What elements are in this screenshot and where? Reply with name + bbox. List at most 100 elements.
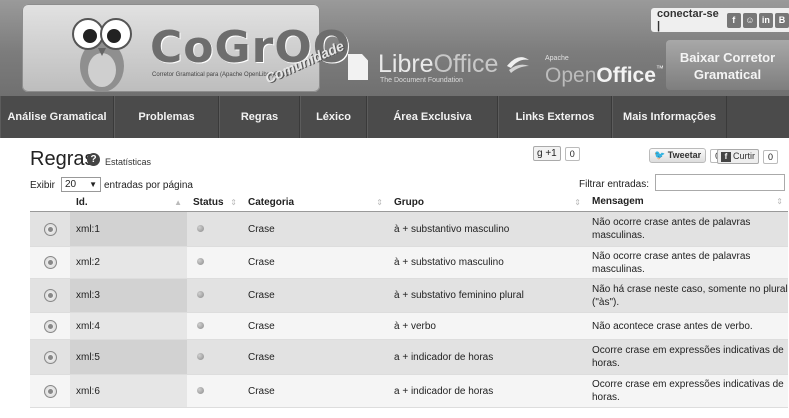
table-row[interactable]: xml:1 Crase à + substantivo masculino Nã… — [30, 212, 788, 247]
like-button[interactable]: f Curtir — [717, 149, 759, 164]
nav-regras[interactable]: Regras — [219, 96, 300, 138]
libreoffice-logo[interactable]: LibreOffice — [378, 50, 498, 79]
openoffice-name-office: Office — [596, 64, 656, 87]
rule-categoria: Crase — [248, 351, 275, 363]
openoffice-name-open: Open — [545, 64, 597, 87]
nav-lexico[interactable]: Léxico — [300, 96, 367, 138]
expand-icon — [43, 222, 57, 236]
table-row[interactable]: xml:6 Crase a + indicador de horas Ocorr… — [30, 375, 788, 408]
rule-id: xml:1 — [70, 212, 187, 246]
status-dot-icon — [197, 386, 204, 394]
rule-id: xml:2 — [70, 247, 187, 278]
rule-id: xml:5 — [70, 340, 187, 374]
rule-id: xml:3 — [70, 279, 187, 312]
header-status[interactable]: Status ⇕ — [187, 195, 242, 211]
connect-label: conectar-se | — [657, 8, 719, 32]
status-dot-icon — [197, 352, 204, 360]
github-icon[interactable]: ☺ — [742, 12, 757, 28]
help-icon[interactable]: ? — [87, 153, 100, 166]
download-corrector-button[interactable]: Baixar Corretor Gramatical — [666, 40, 789, 90]
nav-area-exclusiva[interactable]: Área Exclusiva — [367, 96, 498, 138]
nav-links-externos[interactable]: Links Externos — [498, 96, 612, 138]
site-header: CoGrOO Corretor Gramatical para (Apache … — [0, 0, 789, 96]
sort-icon: ⇕ — [230, 198, 237, 207]
expand-icon — [43, 350, 57, 364]
download-line-2: Gramatical — [693, 67, 762, 82]
row-expand-button[interactable] — [30, 222, 70, 236]
page-length-value: 20 — [65, 179, 77, 190]
tweet-button[interactable]: 🐦 Tweetar — [649, 148, 707, 163]
row-expand-button[interactable] — [30, 289, 70, 302]
header-expand — [30, 195, 70, 211]
facebook-icon[interactable]: f — [726, 12, 741, 28]
rule-status — [187, 290, 242, 301]
rule-grupo: à + substativo masculino — [394, 257, 504, 268]
like-label: Curtir — [733, 151, 755, 161]
libreoffice-name-light: Libre — [378, 50, 434, 78]
sort-icon: ⇕ — [776, 197, 783, 206]
table-row[interactable]: xml:4 Crase à + verbo Não acontece crase… — [30, 313, 788, 340]
table-row[interactable]: xml:2 Crase à + substativo masculino Não… — [30, 247, 788, 279]
expand-icon — [43, 256, 57, 269]
nav-analise-gramatical[interactable]: Análise Gramatical — [0, 96, 114, 138]
header-categoria[interactable]: Categoria ⇕ — [242, 195, 388, 211]
row-expand-button[interactable] — [30, 384, 70, 398]
filter-input[interactable] — [655, 174, 785, 191]
table-header: Id. ▲ Status ⇕ Categoria ⇕ Grupo ⇕ Mensagem ⇕ — [30, 195, 788, 212]
blog-icon[interactable]: B — [774, 12, 789, 28]
rule-grupo: à + substantivo masculino — [394, 223, 510, 235]
status-dot-icon — [197, 321, 204, 329]
trademark-symbol: ™ — [655, 64, 664, 73]
show-label: Exibir — [30, 180, 56, 191]
rule-mensagem: Ocorre crase em expressões indicativas d… — [592, 379, 784, 403]
openoffice-logo[interactable]: OpenOffice™ — [545, 64, 664, 88]
owl-mascot-icon — [72, 18, 132, 92]
row-expand-button[interactable] — [30, 256, 70, 269]
gplus-count: 0 — [564, 146, 580, 161]
status-dot-icon — [197, 224, 204, 232]
like-widget: f Curtir 0 — [717, 149, 779, 164]
header-id[interactable]: Id. ▲ — [70, 195, 187, 211]
libreoffice-icon[interactable] — [348, 54, 368, 80]
gplus-icon: g — [537, 148, 543, 159]
rule-categoria: Crase — [248, 385, 275, 397]
site-logo[interactable]: CoGrOO Corretor Gramatical para (Apache … — [22, 4, 350, 92]
tweet-widget: 🐦 Tweetar 0 — [649, 148, 726, 163]
page-title-row: Regras ? Estatísticas g +1 0 🐦 Tweetar 0… — [30, 146, 789, 172]
sort-icon: ⇕ — [574, 198, 581, 207]
linkedin-icon[interactable]: in — [758, 12, 773, 28]
rule-mensagem: Não acontece crase antes de verbo. — [592, 320, 753, 332]
expand-icon — [43, 384, 57, 398]
rule-status — [187, 224, 242, 235]
status-dot-icon — [197, 258, 204, 265]
rule-categoria: Crase — [248, 257, 275, 268]
rule-mensagem: Não há crase neste caso, somente no plur… — [592, 283, 788, 308]
page-title: Regras — [30, 148, 95, 170]
nav-mais-informacoes[interactable]: Mais Informações — [612, 96, 727, 138]
row-expand-button[interactable] — [30, 319, 70, 333]
table-row[interactable]: xml:5 Crase a + indicador de horas Ocorr… — [30, 340, 788, 375]
header-grupo[interactable]: Grupo ⇕ — [388, 195, 586, 211]
rule-status — [187, 352, 242, 363]
row-expand-button[interactable] — [30, 350, 70, 364]
table-row[interactable]: xml:3 Crase à + substativo feminino plur… — [30, 279, 788, 313]
openoffice-gull-icon[interactable] — [505, 50, 531, 76]
tweet-label: Tweetar — [667, 150, 702, 160]
page-length-select[interactable]: 20 ▼ — [61, 177, 101, 192]
rule-status — [187, 321, 242, 332]
gplus-label: +1 — [545, 148, 557, 159]
rules-table: Id. ▲ Status ⇕ Categoria ⇕ Grupo ⇕ Mensagem ⇕… — [30, 195, 788, 408]
status-dot-icon — [197, 291, 204, 298]
rule-id: xml:6 — [70, 375, 187, 407]
show-suffix: entradas por página — [104, 180, 193, 191]
rule-id: xml:4 — [70, 313, 187, 339]
sort-icon: ⇕ — [376, 198, 383, 207]
apache-label: Apache — [545, 55, 569, 62]
gplus-button[interactable]: g +1 — [533, 146, 561, 161]
statistics-link[interactable]: Estatísticas — [105, 157, 151, 167]
rule-categoria: Crase — [248, 320, 275, 332]
rule-categoria: Crase — [248, 223, 275, 235]
header-mensagem[interactable]: Mensagem ⇕ — [586, 195, 788, 211]
nav-problemas[interactable]: Problemas — [114, 96, 219, 138]
expand-icon — [43, 289, 57, 302]
